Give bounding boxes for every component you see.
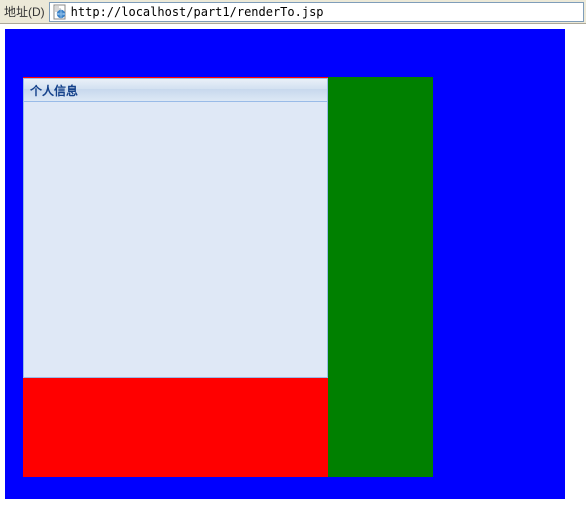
ext-panel: 个人信息 <box>23 78 328 378</box>
green-box <box>328 77 433 477</box>
panel-title: 个人信息 <box>30 82 78 99</box>
address-label: 地址(D) <box>2 3 49 20</box>
panel-body <box>24 102 327 377</box>
address-bar: 地址(D) <box>0 0 586 24</box>
ie-page-icon <box>52 4 68 20</box>
address-input-box[interactable] <box>49 2 584 22</box>
blue-container: 个人信息 <box>5 29 565 499</box>
url-input[interactable] <box>71 5 581 19</box>
page-content: 个人信息 <box>0 24 586 520</box>
panel-header: 个人信息 <box>24 79 327 102</box>
